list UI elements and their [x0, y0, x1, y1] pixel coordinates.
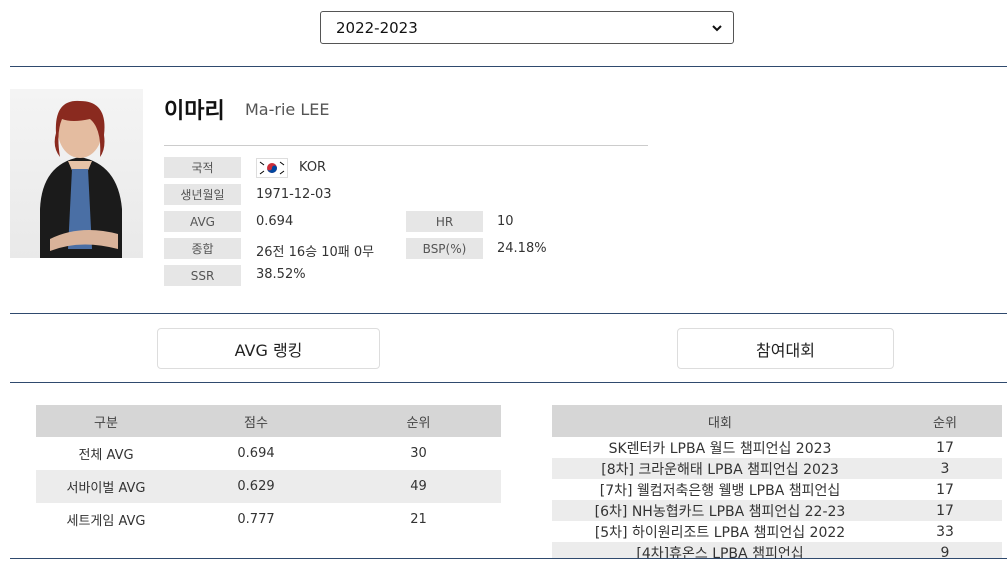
table-cell: 49 — [336, 470, 501, 503]
tournament-rank: 33 — [936, 523, 954, 540]
tab-avg-ranking[interactable]: AVG 랭킹 — [157, 328, 380, 369]
table-header-row: 구분 점수 순위 — [36, 405, 501, 437]
table-row: 전체 AVG 0.694 30 — [36, 437, 501, 470]
birth-value: 1971-12-03 — [256, 187, 332, 202]
table-row: 세트게임 AVG 0.777 21 — [36, 503, 501, 536]
table-cell: 전체 AVG — [78, 448, 134, 463]
ssr-label: SSR — [164, 265, 241, 286]
section-divider — [10, 558, 1007, 559]
tournament-rank: 17 — [936, 439, 954, 456]
bsp-label: BSP(%) — [406, 238, 483, 259]
table-row[interactable]: [5차] 하이원리조트 LPBA 챔피언십 2022 33 — [552, 521, 1002, 542]
tournament-rank: 17 — [936, 481, 954, 498]
tab-tournaments[interactable]: 참여대회 — [677, 328, 894, 369]
avg-label: AVG — [164, 211, 241, 232]
column-header: 구분 — [36, 405, 176, 437]
table-cell: 서바이벌 AVG — [36, 470, 176, 503]
bsp-value: 24.18% — [497, 241, 547, 256]
record-label: 종합 — [164, 238, 241, 259]
tournament-rank: 17 — [888, 500, 1002, 521]
chevron-down-icon — [712, 24, 722, 31]
korea-flag-icon — [256, 158, 288, 178]
table-header-row: 대회 순위 — [552, 405, 1002, 437]
table-row[interactable]: [7차] 웰컴저축은행 웰뱅 LPBA 챔피언십 17 — [552, 479, 1002, 500]
season-select-value: 2022-2023 — [336, 18, 418, 37]
ssr-value: 38.52% — [256, 267, 306, 282]
record-value: 26전 16승 10패 0무 — [256, 245, 375, 260]
table-row[interactable]: [8차] 크라운해태 LPBA 챔피언십 2023 3 — [552, 458, 1002, 479]
avg-ranking-table: 구분 점수 순위 전체 AVG 0.694 30 서바이벌 AVG 0.629 … — [36, 405, 501, 536]
tournament-name: [5차] 하이원리조트 LPBA 챔피언십 2022 — [594, 524, 846, 541]
tournament-name: [6차] NH농협카드 LPBA 챔피언십 22-23 — [552, 500, 888, 521]
birth-label: 생년월일 — [164, 184, 241, 205]
tournament-table: 대회 순위 SK렌터카 LPBA 월드 챔피언십 2023 17 [8차] 크라… — [552, 405, 1002, 558]
nationality-label: 국적 — [164, 157, 241, 178]
column-header: 점수 — [176, 405, 336, 437]
table-cell: 21 — [410, 512, 427, 527]
table-row[interactable]: [4차]휴온스 LPBA 챔피언십 9 — [552, 542, 1002, 558]
section-divider — [10, 66, 1007, 67]
tournament-name: [8차] 크라운해태 LPBA 챔피언십 2023 — [552, 458, 888, 479]
table-cell: 세트게임 AVG — [66, 514, 146, 529]
tournament-table-scroll[interactable]: 대회 순위 SK렌터카 LPBA 월드 챔피언십 2023 17 [8차] 크라… — [552, 405, 1002, 558]
column-header: 대회 — [552, 405, 888, 437]
avg-value: 0.694 — [256, 214, 294, 229]
table-cell: 0.629 — [176, 470, 336, 503]
player-name-korean: 이마리 — [164, 99, 225, 124]
table-row[interactable]: [6차] NH농협카드 LPBA 챔피언십 22-23 17 — [552, 500, 1002, 521]
tournament-rank: 3 — [888, 458, 1002, 479]
section-divider — [10, 382, 1007, 383]
season-select[interactable]: 2022-2023 — [320, 11, 734, 44]
nationality-value: KOR — [299, 160, 327, 175]
table-cell: 30 — [410, 446, 427, 461]
table-row: 서바이벌 AVG 0.629 49 — [36, 470, 501, 503]
table-cell: 0.694 — [237, 446, 275, 461]
column-header: 순위 — [888, 405, 1002, 437]
tournament-name: [7차] 웰컴저축은행 웰뱅 LPBA 챔피언십 — [599, 482, 841, 499]
section-divider — [10, 313, 1007, 314]
column-header: 순위 — [336, 405, 501, 437]
tournament-name: [4차]휴온스 LPBA 챔피언십 — [552, 542, 888, 558]
name-divider — [164, 145, 648, 146]
tournament-rank: 9 — [888, 542, 1002, 558]
player-name-english: Ma-rie LEE — [245, 100, 330, 119]
hr-label: HR — [406, 211, 483, 232]
tournament-name: SK렌터카 LPBA 월드 챔피언십 2023 — [608, 440, 832, 457]
table-row[interactable]: SK렌터카 LPBA 월드 챔피언십 2023 17 — [552, 437, 1002, 458]
player-photo — [10, 89, 143, 258]
hr-value: 10 — [497, 214, 514, 229]
table-cell: 0.777 — [237, 512, 275, 527]
